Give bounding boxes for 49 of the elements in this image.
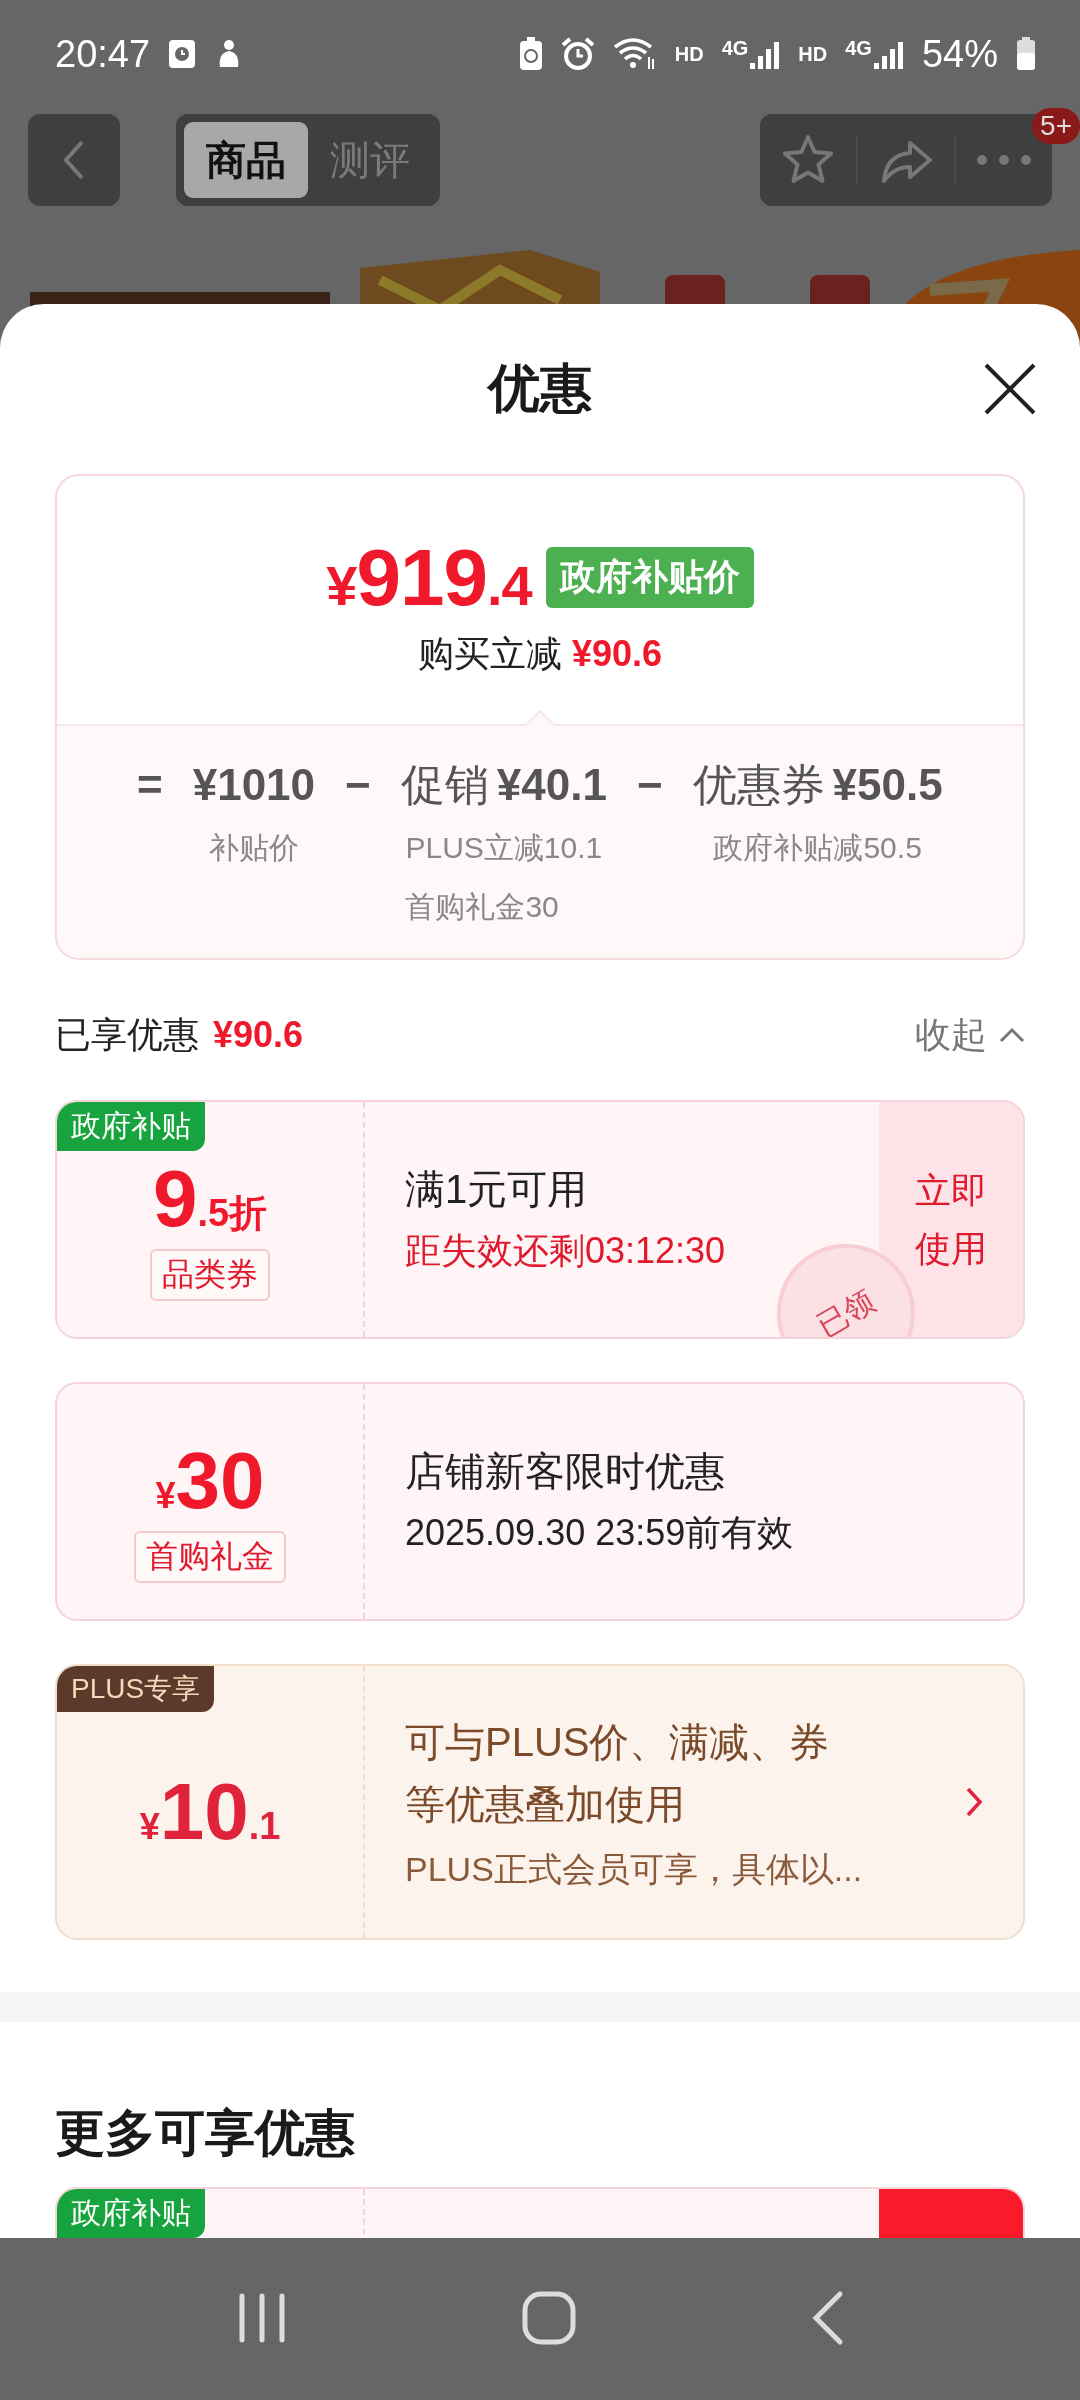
coupon-amount: ¥30: [155, 1440, 265, 1521]
coupon-type-label: 品类券: [150, 1248, 270, 1301]
breakdown-note: 政府补贴减50.5: [713, 830, 922, 866]
coupon-tag: 政府补贴: [57, 1102, 205, 1151]
chevron-left-icon: [62, 138, 86, 182]
operator: −: [636, 759, 663, 811]
coupon-subtitle: 距失效还剩03:12:30: [405, 1229, 727, 1273]
breakdown-note: 首购礼金30: [405, 889, 560, 925]
collapse-toggle[interactable]: 收起: [915, 1010, 1025, 1060]
coupon-amount: ¥10.1: [139, 1772, 281, 1852]
enjoyed-amount: ¥90.6: [213, 1014, 304, 1056]
operator: =: [137, 759, 163, 811]
sheet-title: 优惠: [488, 358, 592, 419]
discount-amount: 9.5折: [152, 1158, 268, 1239]
notification-badge: 5+: [1032, 108, 1080, 144]
coupon-title: 可与PLUS价、满减、券 等优惠叠加使用: [405, 1719, 831, 1828]
coupon-tag: 政府补贴: [57, 2189, 205, 2238]
chevron-right-icon[interactable]: [965, 1786, 983, 1818]
status-time: 20:47: [55, 32, 151, 76]
breakdown-value: ¥1010: [192, 759, 316, 811]
final-price: ¥919.4: [326, 531, 532, 624]
breakdown-value: 促销 ¥40.1: [400, 759, 607, 811]
battery-saver-icon: [518, 37, 543, 71]
coupon-type-label: 首购礼金: [134, 1530, 286, 1583]
operator: −: [345, 759, 371, 811]
coupon-title: 满1元可用: [405, 1166, 589, 1213]
section-title: 更多可享优惠: [55, 2105, 355, 2161]
alarm-icon: [560, 37, 595, 71]
coupon-subtitle: PLUS正式会员可享，具体以...: [405, 1849, 864, 1890]
price-tag: 政府补贴价: [545, 547, 754, 608]
use-now-button[interactable]: 立即使用: [879, 1102, 1023, 1337]
tab[interactable]: 商品: [184, 122, 308, 198]
breakdown-value: 优惠券 ¥50.5: [692, 759, 943, 811]
breakdown-note: 补贴价: [208, 830, 299, 866]
breakdown-note: PLUS立减10.1: [405, 830, 603, 866]
hd-label: HD: [674, 42, 704, 66]
caret-icon: [999, 1027, 1025, 1043]
battery-icon: [1016, 37, 1036, 71]
network-label: 4G: [721, 37, 749, 60]
battery-percent: 54%: [921, 32, 998, 76]
coupon-tag: PLUS专享: [57, 1666, 215, 1712]
enjoyed-label: 已享优惠: [55, 1012, 199, 1057]
hd-label: HD: [798, 42, 828, 66]
instant-saving: 购买立减 ¥90.6: [417, 631, 663, 676]
network-label: 4G: [845, 37, 872, 60]
wifi-icon: [612, 37, 657, 71]
tab[interactable]: 测评: [308, 122, 432, 198]
coupon-title: 店铺新客限时优惠: [405, 1448, 726, 1495]
coupon-subtitle: 2025.09.30 23:59前有效: [405, 1511, 795, 1555]
